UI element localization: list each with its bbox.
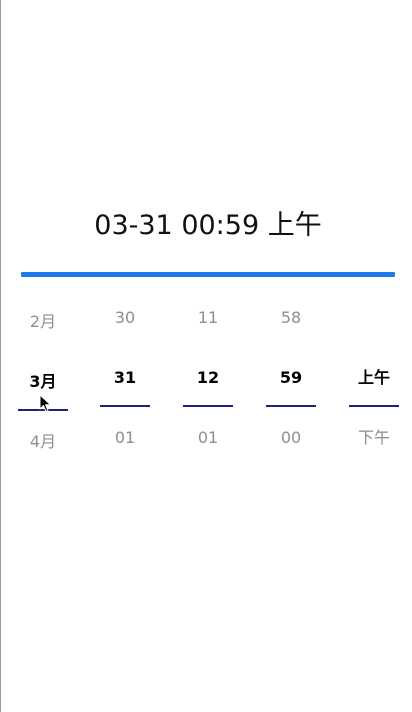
datetime-wheel-picker: 2月 3月 4月 30 31 01 11 12 01 58 59 00 上午 下… xyxy=(0,300,412,470)
day-prev-option[interactable]: 30 xyxy=(95,306,155,330)
ampm-selected-option[interactable]: 上午 xyxy=(344,366,404,390)
ampm-next-option[interactable]: 下午 xyxy=(344,426,404,450)
minute-selected-option[interactable]: 59 xyxy=(261,366,321,390)
hour-next-option[interactable]: 01 xyxy=(178,426,238,450)
hour-prev-option[interactable]: 11 xyxy=(178,306,238,330)
month-prev-option[interactable]: 2月 xyxy=(13,310,73,334)
day-selected-option[interactable]: 31 xyxy=(95,366,155,390)
month-wheel[interactable]: 2月 3月 4月 xyxy=(13,300,73,470)
day-selection-underline xyxy=(100,405,150,407)
day-wheel[interactable]: 30 31 01 xyxy=(95,300,155,470)
selected-datetime-display: 03-31 00:59 上午 xyxy=(94,210,322,241)
date-time-picker-screen: 03-31 00:59 上午 2月 3月 4月 30 31 01 11 12 0… xyxy=(0,0,412,712)
month-selected-option[interactable]: 3月 xyxy=(13,370,73,394)
minute-wheel[interactable]: 58 59 00 xyxy=(261,300,321,470)
hour-selected-option[interactable]: 12 xyxy=(178,366,238,390)
hour-wheel[interactable]: 11 12 01 xyxy=(178,300,238,470)
minute-prev-option[interactable]: 58 xyxy=(261,306,321,330)
month-next-option[interactable]: 4月 xyxy=(13,430,73,454)
ampm-wheel[interactable]: 上午 下午 xyxy=(344,300,404,470)
header-accent-bar xyxy=(21,272,395,277)
ampm-selection-underline xyxy=(349,405,399,407)
mouse-pointer-icon xyxy=(39,394,51,412)
minute-next-option[interactable]: 00 xyxy=(261,426,321,450)
hour-selection-underline xyxy=(183,405,233,407)
day-next-option[interactable]: 01 xyxy=(95,426,155,450)
minute-selection-underline xyxy=(266,405,316,407)
